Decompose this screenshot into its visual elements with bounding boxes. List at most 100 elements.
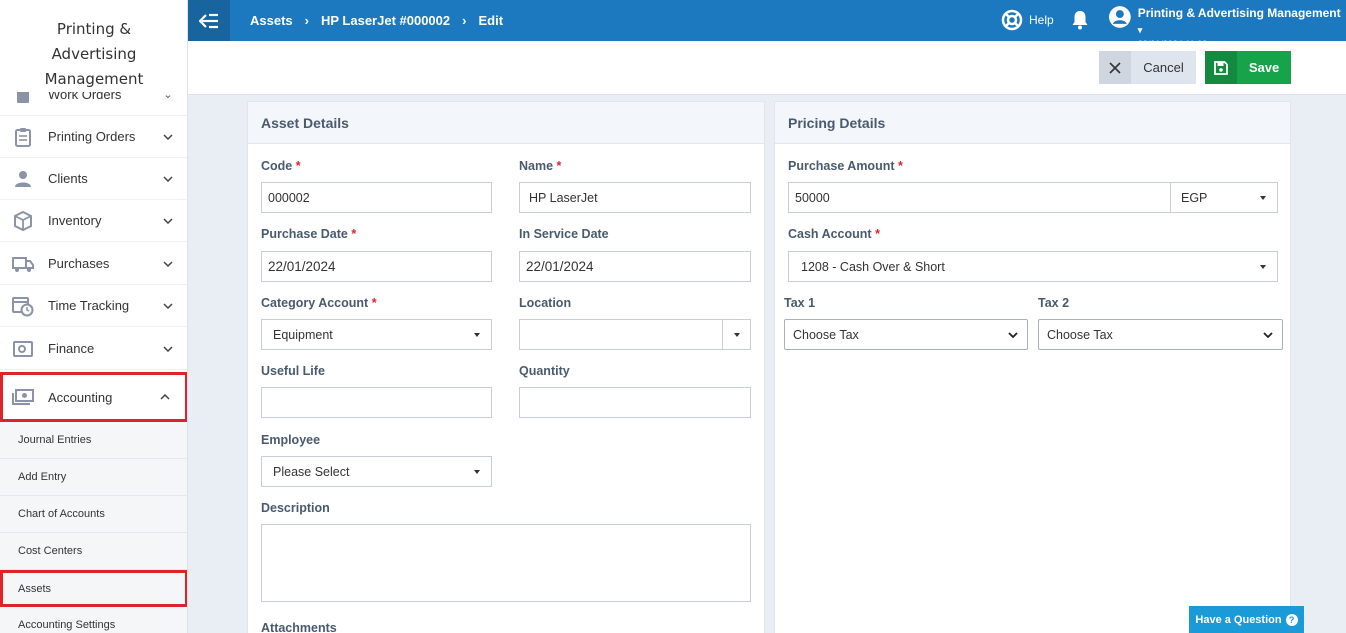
cash-account-value: 1208 - Cash Over & Short: [801, 259, 945, 274]
sidebar-item-time-tracking[interactable]: Time Tracking: [0, 285, 187, 327]
chevron-down-icon: [158, 173, 178, 185]
truck-icon: [12, 253, 34, 275]
tax-2-select[interactable]: Choose Tax: [1038, 319, 1283, 350]
have-a-question-button[interactable]: Have a Question ?: [1189, 606, 1304, 633]
sidebar-item-finance[interactable]: Finance: [0, 328, 187, 370]
floppy-disk-icon: [1205, 51, 1237, 84]
useful-life-label: Useful Life: [261, 364, 325, 378]
tax-2-label: Tax 2: [1038, 296, 1070, 310]
purchase-date-label: Purchase Date *: [261, 227, 357, 241]
cash-account-select[interactable]: 1208 - Cash Over & Short: [788, 251, 1278, 282]
sidebar-subitem-add-entry[interactable]: Add Entry: [0, 459, 187, 496]
caret-down-icon: [463, 320, 491, 349]
location-select[interactable]: [519, 319, 751, 350]
sidebar-item-label: Time Tracking: [48, 298, 130, 313]
sidebar-item-clients[interactable]: Clients: [0, 158, 187, 200]
menu-back-icon: [199, 13, 218, 28]
useful-life-input[interactable]: [261, 387, 492, 418]
breadcrumb-assets[interactable]: Assets: [250, 13, 293, 28]
quantity-label: Quantity: [519, 364, 570, 378]
pricing-details-title: Pricing Details: [775, 102, 1290, 144]
cancel-label: Cancel: [1143, 60, 1184, 75]
sidebar-subitem-cost-centers[interactable]: Cost Centers: [0, 533, 187, 570]
employee-label: Employee: [261, 433, 321, 447]
asset-details-panel: Asset Details Code * 000002 Name * HP La…: [247, 101, 765, 633]
sidebar-toggle-button[interactable]: [188, 0, 230, 41]
pricing-details-panel: Pricing Details Purchase Amount * 50000 …: [774, 101, 1291, 633]
attachments-label: Attachments: [261, 621, 337, 633]
employee-select[interactable]: Please Select: [261, 456, 492, 487]
sidebar-subitem-accounting-settings[interactable]: Accounting Settings: [0, 607, 187, 633]
sidebar-item-label: Purchases: [48, 256, 110, 271]
cash-account-label: Cash Account *: [788, 227, 880, 241]
sidebar-subitem-chart-of-accounts[interactable]: Chart of Accounts: [0, 496, 187, 533]
box-icon: [12, 210, 34, 232]
name-label: Name *: [519, 159, 562, 173]
location-label: Location: [519, 296, 572, 310]
have-a-question-label: Have a Question: [1195, 613, 1282, 626]
save-label: Save: [1248, 60, 1280, 75]
help-label: Help: [1029, 13, 1054, 27]
brand-line-3: Management: [44, 70, 144, 88]
sidebar-item-label: Inventory: [48, 213, 102, 228]
breadcrumb-edit: Edit: [478, 13, 504, 28]
sidebar-item-printing-orders[interactable]: Printing Orders: [0, 116, 187, 158]
employee-value: Please Select: [273, 464, 350, 479]
chevron-down-icon: [158, 300, 178, 312]
chevron-down-icon: [999, 320, 1027, 349]
money-icon: [12, 386, 34, 408]
chevron-right-icon: ›: [304, 13, 309, 28]
chevron-down-icon: [158, 343, 178, 355]
tax-1-label: Tax 1: [784, 296, 816, 310]
chevron-down-icon: [1254, 320, 1282, 349]
save-button[interactable]: Save: [1205, 51, 1291, 84]
purchase-amount-input[interactable]: 50000: [788, 182, 1171, 213]
caret-down-icon: ▾: [1137, 25, 1143, 35]
sidebar-item-label: Clients: [48, 171, 88, 186]
quantity-input[interactable]: [519, 387, 751, 418]
sidebar-item-label: Accounting: [48, 389, 113, 405]
name-input[interactable]: HP LaserJet: [519, 182, 751, 213]
code-input[interactable]: 000002: [261, 182, 492, 213]
cancel-button[interactable]: Cancel: [1099, 51, 1196, 84]
sidebar: Printing & Advertising Management Work O…: [0, 0, 188, 633]
in-service-date-label: In Service Date: [519, 227, 609, 241]
sidebar-item-accounting[interactable]: Accounting: [0, 372, 187, 422]
sidebar-item-purchases[interactable]: Purchases: [0, 243, 187, 285]
breadcrumb: Assets › HP LaserJet #000002 › Edit: [250, 0, 503, 41]
description-label: Description: [261, 501, 330, 515]
safe-icon: [12, 338, 34, 360]
category-account-label: Category Account *: [261, 296, 377, 310]
category-account-select[interactable]: Equipment: [261, 319, 492, 350]
category-account-value: Equipment: [273, 327, 333, 342]
caret-down-icon: [1249, 252, 1277, 281]
bell-icon[interactable]: [1071, 10, 1089, 33]
caret-down-icon: [722, 320, 750, 349]
sidebar-item-label: Finance: [48, 341, 95, 356]
sidebar-item-label: Printing Orders: [48, 129, 136, 144]
sidebar-subitem-journal-entries[interactable]: Journal Entries: [0, 422, 187, 459]
sidebar-item-inventory[interactable]: Inventory: [0, 200, 187, 242]
brand-title: Printing & Advertising Management: [0, 0, 187, 92]
help-button[interactable]: Help: [1001, 9, 1054, 31]
tax-1-select[interactable]: Choose Tax: [784, 319, 1028, 350]
user-name: Printing & Advertising Management: [1137, 6, 1341, 20]
action-bar: Cancel Save: [188, 41, 1346, 95]
close-icon: [1099, 51, 1131, 84]
lifebuoy-icon: [1001, 9, 1023, 31]
in-service-date-input[interactable]: 22/01/2024: [519, 251, 751, 282]
asset-details-title: Asset Details: [248, 102, 764, 144]
chevron-down-icon: [158, 131, 178, 143]
currency-select[interactable]: EGP: [1170, 182, 1278, 213]
clipboard-icon: [12, 126, 34, 148]
brand-line-1: Printing &: [56, 20, 132, 38]
code-label: Code *: [261, 159, 301, 173]
breadcrumb-asset[interactable]: HP LaserJet #000002: [321, 13, 450, 28]
chevron-down-icon: [158, 258, 178, 270]
sidebar-subitem-assets[interactable]: Assets: [0, 570, 187, 607]
chevron-down-icon: [158, 215, 178, 227]
purchase-date-input[interactable]: 22/01/2024: [261, 251, 492, 282]
description-textarea[interactable]: [261, 524, 751, 602]
caret-down-icon: [463, 457, 491, 486]
tax-2-value: Choose Tax: [1047, 327, 1113, 342]
